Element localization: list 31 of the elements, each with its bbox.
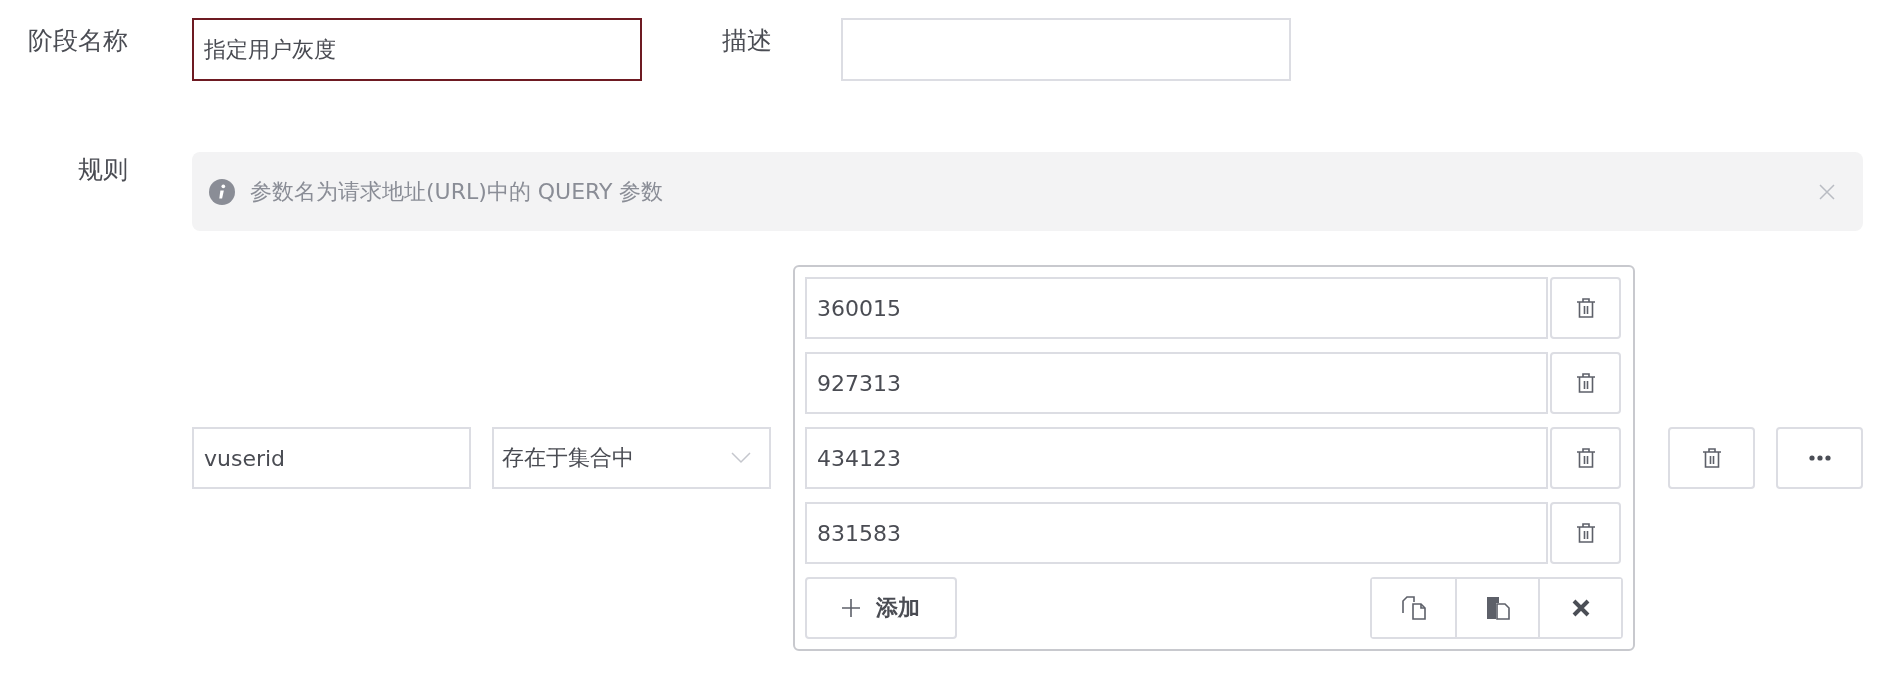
delete-button[interactable] xyxy=(1550,277,1621,339)
close-icon xyxy=(1571,599,1590,617)
trash-icon xyxy=(1701,447,1722,469)
delete-button[interactable] xyxy=(1550,352,1621,414)
chevron-down-icon xyxy=(731,452,751,464)
trash-icon xyxy=(1575,372,1596,394)
info-icon xyxy=(209,178,235,205)
field-label: 规则 xyxy=(77,154,128,186)
delete-button[interactable] xyxy=(1668,427,1755,489)
field-label: 描述 xyxy=(722,25,772,57)
trash-icon xyxy=(1575,447,1596,469)
field-label: 阶段名称 xyxy=(27,25,128,57)
ellipsis-icon xyxy=(1808,455,1831,461)
description-field[interactable] xyxy=(841,18,1291,81)
delete-button[interactable] xyxy=(1550,502,1621,564)
value-field[interactable]: 831583 xyxy=(805,502,1548,564)
value-field[interactable]: 360015 xyxy=(805,277,1548,339)
alert-text: 参数名为请求地址(URL)中的 QUERY 参数 xyxy=(250,177,665,206)
add-button[interactable]: 添加 xyxy=(805,577,957,639)
value-field[interactable]: 434123 xyxy=(805,427,1548,489)
operator-select[interactable]: 存在于集合中 xyxy=(492,427,771,489)
parameter-field[interactable]: vuserid xyxy=(192,427,471,489)
paste-icon xyxy=(1484,595,1511,621)
plus-icon xyxy=(842,599,860,617)
value-field[interactable]: 927313 xyxy=(805,352,1548,414)
clear-button[interactable] xyxy=(1538,579,1621,637)
stage-name-field[interactable]: 指定用户灰度 xyxy=(192,18,642,81)
trash-icon xyxy=(1575,297,1596,319)
trash-icon xyxy=(1575,522,1596,544)
delete-button[interactable] xyxy=(1550,427,1621,489)
copy-icon xyxy=(1400,595,1427,621)
